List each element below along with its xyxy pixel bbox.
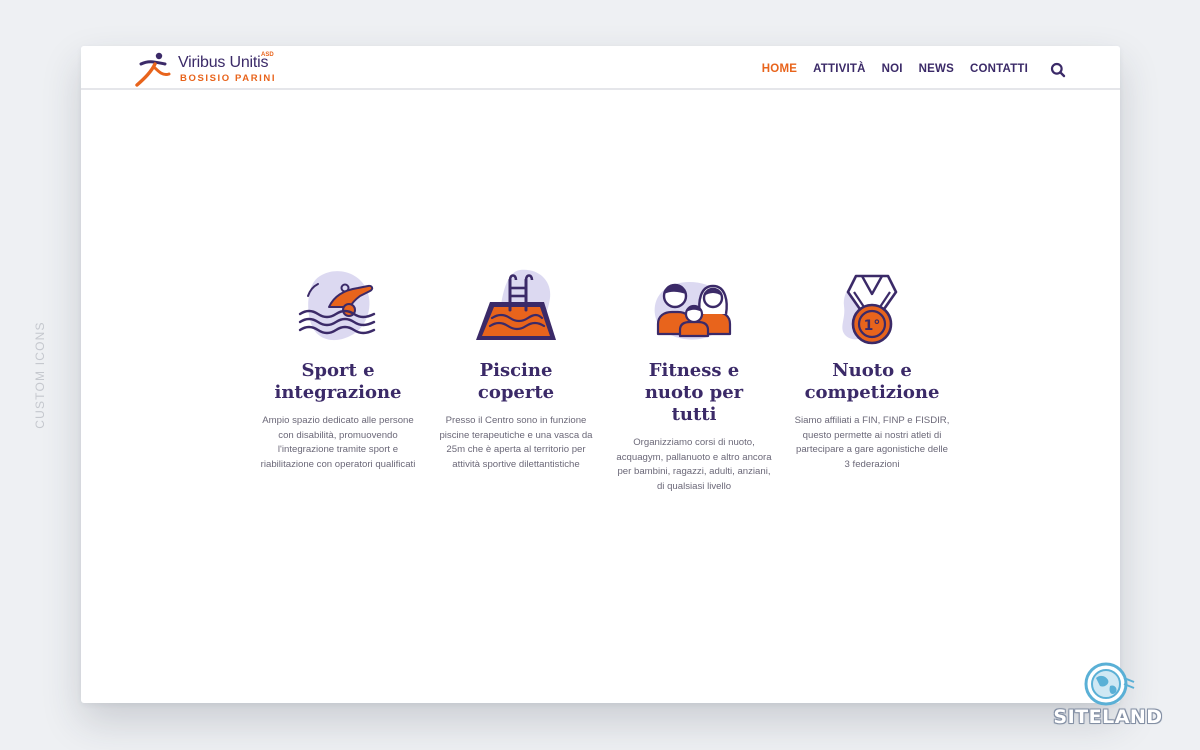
watermark-text: SITELAND [1053,706,1163,728]
site-logo[interactable]: Viribus Unitis ASD BOSISIO PARINI [135,50,285,88]
nav-home[interactable]: HOME [762,63,797,75]
nav-news[interactable]: NEWS [919,63,954,75]
feature-title: Nuoto e competizione [804,360,940,403]
feature-card: 1° Nuoto e competizione Siamo affiliati … [783,266,961,494]
feature-title: Sport e integrazione [274,360,402,403]
feature-card: Sport e integrazione Ampio spazio dedica… [249,266,427,494]
search-icon[interactable] [1050,62,1066,78]
runner-logo-icon [135,52,171,87]
feature-description: Siamo affiliati a FIN, FINP e FISDIR, qu… [794,415,950,470]
pool-icon [466,266,566,350]
site-header: Viribus Unitis ASD BOSISIO PARINI HOME A… [81,46,1120,90]
globe-icon [1084,662,1135,706]
nav-attivita[interactable]: ATTIVITÀ [813,63,866,75]
features-section: Sport e integrazione Ampio spazio dedica… [249,266,961,494]
feature-card: Piscine coperte Presso il Centro sono in… [427,266,605,494]
feature-description: Presso il Centro sono in funzione piscin… [439,415,593,470]
feature-description: Organizziamo corsi di nuoto, acquagym, p… [616,437,772,492]
feature-title: Piscine coperte [477,360,555,403]
nav-noi[interactable]: NOI [882,63,903,75]
medal-icon: 1° [822,266,922,350]
browser-frame: Viribus Unitis ASD BOSISIO PARINI HOME A… [81,46,1120,703]
logo-superscript: ASD [261,52,274,58]
swimmer-icon [288,266,388,350]
main-nav: HOME ATTIVITÀ NOI NEWS CONTATTI [762,63,1028,75]
feature-card: Fitness e nuoto per tutti Organizziamo c… [605,266,783,494]
side-label: CUSTOM ICONS [33,321,47,429]
nav-contatti[interactable]: CONTATTI [970,63,1028,75]
logo-subtitle: BOSISIO PARINI [180,73,277,84]
feature-title: Fitness e nuoto per tutti [644,360,744,425]
family-icon [644,266,744,350]
feature-description: Ampio spazio dedicato alle persone con d… [260,415,416,470]
medal-label: 1° [864,318,881,334]
logo-name: Viribus Unitis [178,54,269,71]
siteland-watermark: SITELAND [1048,660,1168,740]
